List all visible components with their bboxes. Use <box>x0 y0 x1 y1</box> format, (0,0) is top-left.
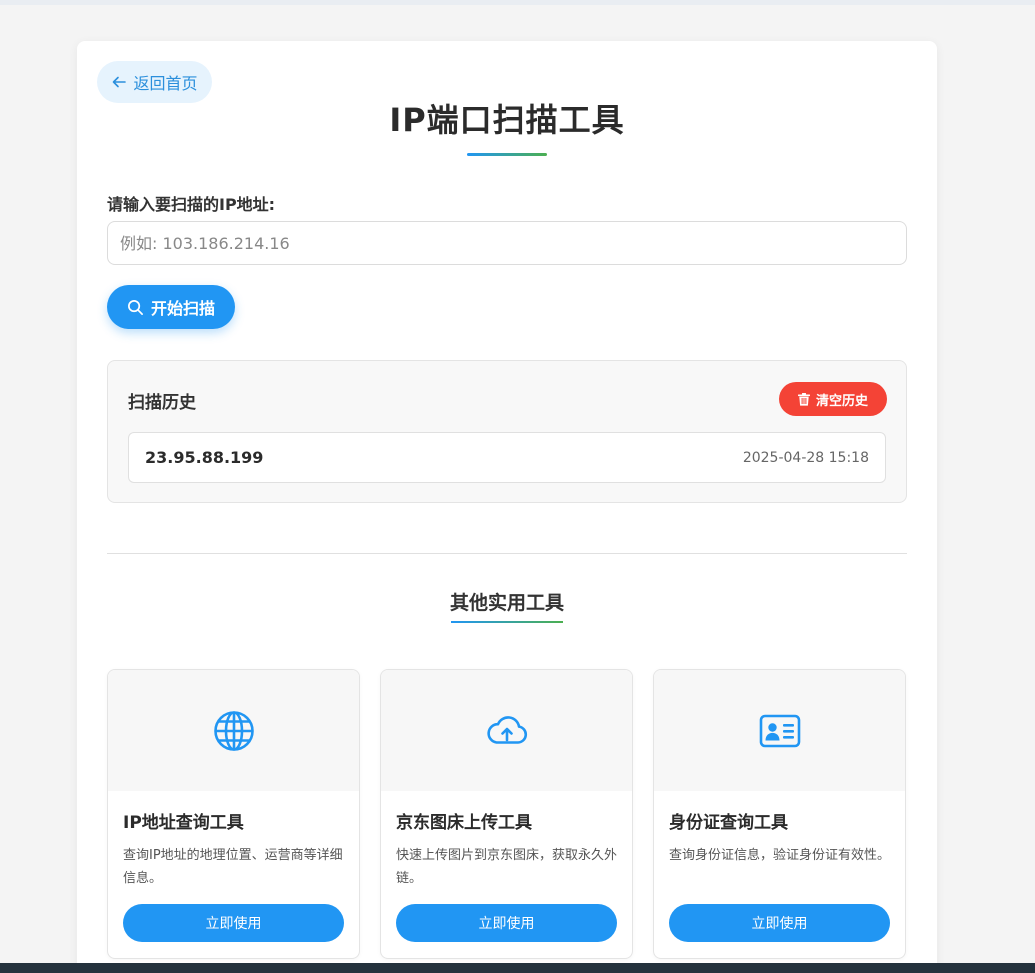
clear-history-label: 清空历史 <box>815 393 868 409</box>
tool-name: 京东图床上传工具 <box>396 813 532 833</box>
trash-icon <box>797 392 810 406</box>
globe-icon <box>213 710 254 751</box>
other-tools-underline <box>451 621 563 623</box>
history-time: 2025-04-28 15:18 <box>742 449 869 466</box>
arrow-left-icon <box>113 76 127 88</box>
id-card-icon <box>759 714 800 747</box>
clear-history-button[interactable]: 清空历史 <box>779 382 887 416</box>
use-now-button[interactable]: 立即使用 <box>669 904 890 942</box>
tool-name: 身份证查询工具 <box>669 813 788 833</box>
use-now-button[interactable]: 立即使用 <box>396 904 617 942</box>
browser-top-strip <box>0 0 1035 5</box>
title-underline <box>467 153 547 156</box>
tool-description: 查询身份证信息，验证身份证有效性。 <box>669 848 891 863</box>
tool-icon-area <box>381 670 632 791</box>
bottom-bar <box>0 963 1035 973</box>
page-title: IP端口扫描工具 <box>389 101 625 139</box>
use-now-button[interactable]: 立即使用 <box>123 904 344 942</box>
tool-card-id-lookup: 身份证查询工具 查询身份证信息，验证身份证有效性。 立即使用 <box>653 669 906 959</box>
ip-input-label: 请输入要扫描的IP地址: <box>107 195 276 214</box>
cloud-upload-icon <box>486 715 527 744</box>
other-tools-title: 其他实用工具 <box>449 592 564 614</box>
tool-name: IP地址查询工具 <box>123 813 244 833</box>
main-card: 返回首页 IP端口扫描工具 请输入要扫描的IP地址: 开始扫描 扫描历史 清空历… <box>77 41 937 973</box>
search-icon <box>128 299 143 315</box>
history-ip: 23.95.88.199 <box>145 448 264 467</box>
history-title: 扫描历史 <box>128 393 196 413</box>
tool-description: 查询IP地址的地理位置、运营商等详细信息。 <box>123 848 343 886</box>
tool-card-jd-image-upload: 京东图床上传工具 快速上传图片到京东图床，获取永久外链。 立即使用 <box>380 669 633 959</box>
tool-description: 快速上传图片到京东图床，获取永久外链。 <box>396 848 618 886</box>
start-scan-label: 开始扫描 <box>150 299 215 318</box>
back-home-label: 返回首页 <box>133 74 198 93</box>
scan-history-panel: 扫描历史 清空历史 23.95.88.199 2025-04-28 15:18 <box>107 360 907 503</box>
tool-card-ip-lookup: IP地址查询工具 查询IP地址的地理位置、运营商等详细信息。 立即使用 <box>107 669 360 959</box>
section-divider <box>107 553 907 554</box>
tool-icon-area <box>108 670 359 791</box>
ip-input[interactable] <box>107 221 907 265</box>
start-scan-button[interactable]: 开始扫描 <box>107 285 235 329</box>
history-item[interactable]: 23.95.88.199 2025-04-28 15:18 <box>128 432 886 483</box>
tool-icon-area <box>654 670 905 791</box>
